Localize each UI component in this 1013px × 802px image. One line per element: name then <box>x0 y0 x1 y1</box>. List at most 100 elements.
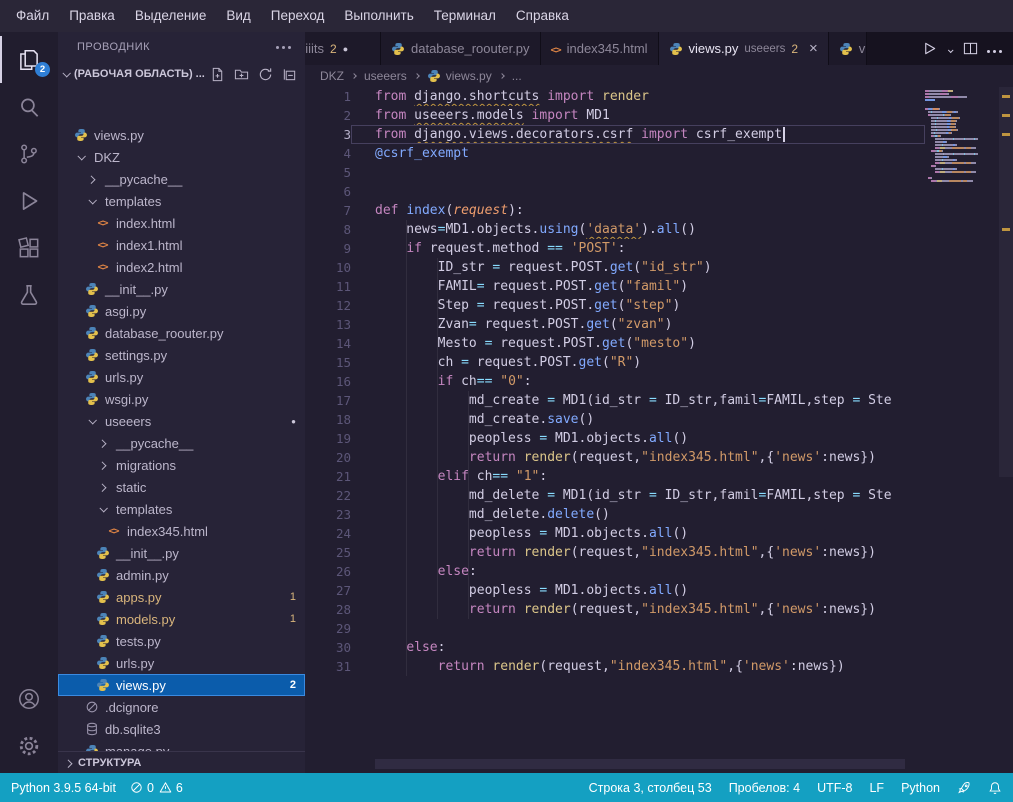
menu-item-3[interactable]: Выделение <box>125 0 217 32</box>
breadcrumb-item-useeers[interactable]: useeers <box>364 69 407 83</box>
code-line-16[interactable]: 16 if ch== "0": <box>305 372 1013 391</box>
language-mode[interactable]: Python <box>901 781 940 795</box>
tree-item-urls-py[interactable]: urls.py <box>58 366 305 388</box>
tree-item-admin-py[interactable]: admin.py <box>58 564 305 586</box>
menu-item-6[interactable]: Выполнить <box>334 0 423 32</box>
tree-item-tests-py[interactable]: tests.py <box>58 630 305 652</box>
new-folder-icon[interactable] <box>234 67 249 82</box>
code-line-27[interactable]: 27 peopless = MD1.objects.all() <box>305 581 1013 600</box>
code-line-30[interactable]: 30 else: <box>305 638 1013 657</box>
code-line-25[interactable]: 25 return render(request,"index345.html"… <box>305 543 1013 562</box>
indentation[interactable]: Пробелов: 4 <box>729 781 800 795</box>
menu-item-7[interactable]: Терминал <box>424 0 506 32</box>
tree-item-pycache[interactable]: __pycache__ <box>58 168 305 190</box>
python-version[interactable]: Python 3.9.5 64-bit <box>11 781 116 795</box>
code-line-6[interactable]: 6 <box>305 182 1013 201</box>
code-line-26[interactable]: 26 else: <box>305 562 1013 581</box>
tree-item-settings-py[interactable]: settings.py <box>58 344 305 366</box>
tree-item-init-py[interactable]: __init__.py <box>58 542 305 564</box>
minimap[interactable] <box>925 87 999 183</box>
code-line-13[interactable]: 13 Zvan= request.POST.get("zvan") <box>305 315 1013 334</box>
code-line-29[interactable]: 29 <box>305 619 1013 638</box>
code-line-5[interactable]: 5 <box>305 163 1013 182</box>
workspace-section-header[interactable]: (РАБОЧАЯ ОБЛАСТЬ) ... <box>58 62 305 86</box>
tree-item-views-py[interactable]: views.py <box>58 124 305 146</box>
tree-item-urls-py[interactable]: urls.py <box>58 652 305 674</box>
tree-item-index-html[interactable]: <>index.html <box>58 212 305 234</box>
explorer-more-actions-icon[interactable] <box>282 46 285 49</box>
outline-section-header[interactable]: СТРУКТУРА <box>58 751 305 773</box>
close-icon[interactable]: × <box>809 41 818 56</box>
tree-item-manage-py[interactable]: manage.py <box>58 740 305 751</box>
eol[interactable]: LF <box>869 781 884 795</box>
tree-item-asgi-py[interactable]: asgi.py <box>58 300 305 322</box>
code-line-17[interactable]: 17 md_create = MD1(id_str = ID_str,famil… <box>305 391 1013 410</box>
refresh-icon[interactable] <box>258 67 273 82</box>
code-line-20[interactable]: 20 return render(request,"index345.html"… <box>305 448 1013 467</box>
code-line-8[interactable]: 8 news=MD1.objects.using('daata').all() <box>305 220 1013 239</box>
menu-item-2[interactable]: Правка <box>59 0 125 32</box>
cursor-position[interactable]: Строка 3, столбец 53 <box>589 781 712 795</box>
tree-item-apps-py[interactable]: apps.py1 <box>58 586 305 608</box>
tree-item-index345-html[interactable]: <>index345.html <box>58 520 305 542</box>
problems[interactable]: 06 <box>130 781 183 795</box>
code-line-1[interactable]: 1from django.shortcuts import render <box>305 87 1013 106</box>
source-control-icon[interactable] <box>0 130 58 177</box>
code-line-12[interactable]: 12 Step = request.POST.get("step") <box>305 296 1013 315</box>
new-file-icon[interactable] <box>210 67 225 82</box>
more-actions-button[interactable] <box>989 40 1000 58</box>
tab-views-py[interactable]: views.py <box>829 32 867 65</box>
collapse-all-icon[interactable] <box>282 67 297 82</box>
code-line-11[interactable]: 11 FAMIL= request.POST.get("famil") <box>305 277 1013 296</box>
breadcrumb-item-dkz[interactable]: DKZ <box>320 69 344 83</box>
tree-item-migrations[interactable]: migrations <box>58 454 305 476</box>
tree-item-index1-html[interactable]: <>index1.html <box>58 234 305 256</box>
code-line-22[interactable]: 22 md_delete = MD1(id_str = ID_str,famil… <box>305 486 1013 505</box>
code-line-21[interactable]: 21 elif ch== "1": <box>305 467 1013 486</box>
code-line-28[interactable]: 28 return render(request,"index345.html"… <box>305 600 1013 619</box>
run-dropdown-chevron-icon[interactable] <box>948 40 952 58</box>
code-line-3[interactable]: 3from django.views.decorators.csrf impor… <box>305 125 1013 144</box>
tab-database-roouter-py[interactable]: database_roouter.py <box>381 32 541 65</box>
vertical-scrollbar[interactable] <box>999 87 1013 477</box>
code-line-23[interactable]: 23 md_delete.delete() <box>305 505 1013 524</box>
tree-item-index2-html[interactable]: <>index2.html <box>58 256 305 278</box>
tree-item-dkz[interactable]: DKZ <box>58 146 305 168</box>
tree-item-templates[interactable]: templates <box>58 498 305 520</box>
tree-item-templates[interactable]: templates <box>58 190 305 212</box>
code-line-7[interactable]: 7def index(request): <box>305 201 1013 220</box>
rocket-icon[interactable] <box>957 781 971 795</box>
run-python-file-button[interactable] <box>922 41 937 56</box>
code-line-31[interactable]: 31 return render(request,"index345.html"… <box>305 657 1013 676</box>
menu-item-8[interactable]: Справка <box>506 0 579 32</box>
code-editor[interactable]: 1from django.shortcuts import render2fro… <box>305 87 1013 773</box>
tree-item-useeers[interactable]: useeers● <box>58 410 305 432</box>
tab-index345-html[interactable]: <>index345.html <box>541 32 659 65</box>
code-line-14[interactable]: 14 Mesto = request.POST.get("mesto") <box>305 334 1013 353</box>
tree-item-pycache[interactable]: __pycache__ <box>58 432 305 454</box>
account-icon[interactable] <box>0 675 58 722</box>
breadcrumb-item-item[interactable]: ... <box>512 69 522 83</box>
tree-item-views-py[interactable]: views.py2 <box>58 674 305 696</box>
extensions-icon[interactable] <box>0 224 58 271</box>
code-line-24[interactable]: 24 peopless = MD1.objects.all() <box>305 524 1013 543</box>
menu-item-5[interactable]: Переход <box>261 0 335 32</box>
breadcrumb-item-views-py[interactable]: views.py <box>427 69 492 83</box>
code-line-10[interactable]: 10 ID_str = request.POST.get("id_str") <box>305 258 1013 277</box>
settings-icon[interactable] <box>0 722 58 769</box>
tree-item-static[interactable]: static <box>58 476 305 498</box>
tree-item-models-py[interactable]: models.py1 <box>58 608 305 630</box>
code-line-18[interactable]: 18 md_create.save() <box>305 410 1013 429</box>
menu-item-4[interactable]: Вид <box>216 0 260 32</box>
run-debug-icon[interactable] <box>0 177 58 224</box>
tree-item-db-sqlite3[interactable]: db.sqlite3 <box>58 718 305 740</box>
encoding[interactable]: UTF-8 <box>817 781 852 795</box>
bell-icon[interactable] <box>988 781 1002 795</box>
tree-item-init-py[interactable]: __init__.py <box>58 278 305 300</box>
horizontal-scrollbar[interactable] <box>375 759 905 769</box>
tree-item-dcignore[interactable]: .dcignore <box>58 696 305 718</box>
menu-item-1[interactable]: Файл <box>6 0 59 32</box>
tree-item-database-roouter-py[interactable]: database_roouter.py <box>58 322 305 344</box>
split-editor-button[interactable] <box>963 41 978 56</box>
tree-item-wsgi-py[interactable]: wsgi.py <box>58 388 305 410</box>
